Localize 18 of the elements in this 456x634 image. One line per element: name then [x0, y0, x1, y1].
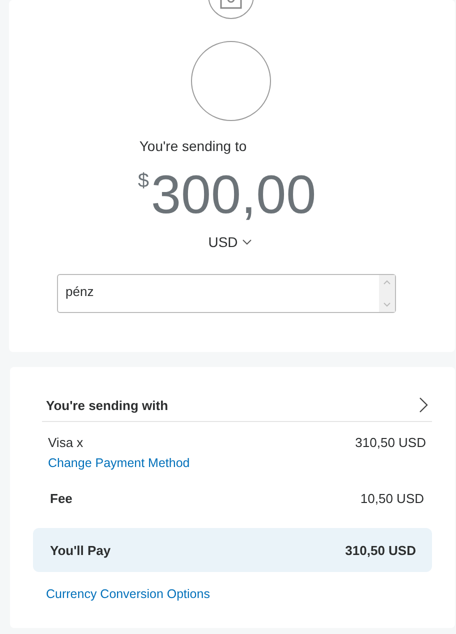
payment-method: Visa x — [48, 435, 84, 450]
fee-label: Fee — [50, 491, 72, 506]
scrollbar[interactable] — [378, 275, 394, 312]
section-title: You're sending with — [46, 398, 168, 412]
recipient-label: You're sending to — [139, 138, 247, 154]
total-amount: 310,50 USD — [345, 542, 416, 558]
change-payment-link[interactable]: Change Payment Method — [48, 456, 190, 470]
method-amount: 310,50 USD — [355, 435, 426, 450]
amount-display: $300,00 — [138, 166, 316, 224]
currency-dropdown[interactable]: USD — [208, 234, 252, 250]
scroll-down-icon[interactable] — [382, 302, 390, 308]
chevron-right-icon[interactable] — [419, 397, 428, 413]
scroll-up-icon[interactable] — [382, 279, 390, 285]
fee-amount: 10,50 USD — [360, 491, 424, 506]
chevron-down-icon — [242, 239, 252, 245]
total-label: You'll Pay — [50, 542, 111, 558]
note-field[interactable]: pénz — [56, 274, 396, 313]
currency-conversion-link[interactable]: Currency Conversion Options — [46, 587, 210, 601]
